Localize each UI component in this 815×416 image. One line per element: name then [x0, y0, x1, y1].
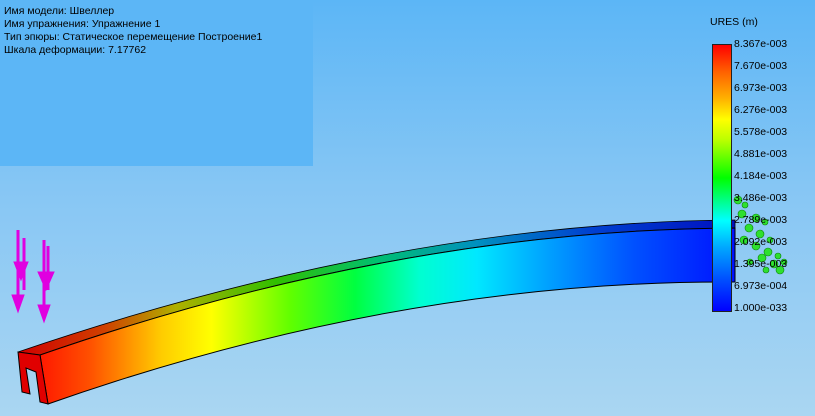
legend-label: 6.973e-003 — [734, 82, 788, 94]
legend-label: 7.670e-003 — [734, 60, 788, 72]
legend-label: 1.000e-033 — [734, 302, 788, 314]
legend-title: URES (m) — [710, 16, 758, 28]
legend-label: 1.395e-003 — [734, 258, 788, 270]
legend-label: 2.789e-003 — [734, 214, 788, 226]
legend-labels: 8.367e-003 7.670e-003 6.973e-003 6.276e-… — [734, 38, 814, 314]
legend-label: 4.184e-003 — [734, 170, 788, 182]
legend-label: 8.367e-003 — [734, 38, 788, 50]
legend-label: 5.578e-003 — [734, 126, 788, 138]
legend-label: 2.092e-003 — [734, 236, 788, 248]
legend-color-bar — [712, 44, 732, 312]
legend-label: 3.486e-003 — [734, 192, 788, 204]
model-viewport[interactable] — [0, 0, 815, 416]
legend-label: 6.973e-004 — [734, 280, 788, 292]
load-arrows — [11, 230, 55, 324]
legend-label: 6.276e-003 — [734, 104, 788, 116]
legend-label: 4.881e-003 — [734, 148, 788, 160]
